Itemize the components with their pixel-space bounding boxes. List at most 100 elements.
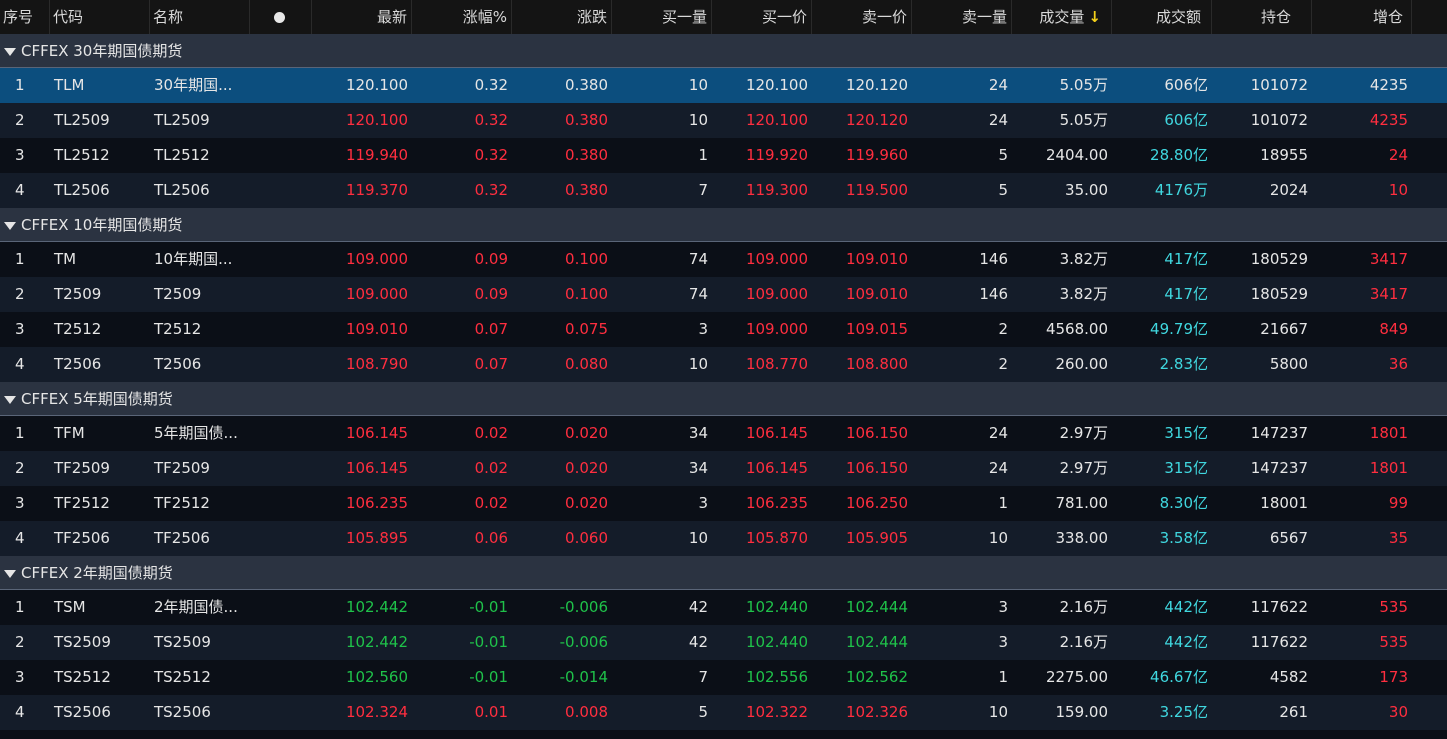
cell-latest: 106.145 — [345, 459, 408, 477]
cell-ask: 106.250 — [845, 494, 908, 512]
cell-code: T2512 — [54, 320, 102, 338]
cell-turnover: 606亿 — [1164, 111, 1208, 129]
col-header-change-pct[interactable]: 涨幅% — [412, 0, 512, 34]
table-row[interactable]: 4 TL2506 TL2506 119.370 0.32 0.380 7 119.300 119… — [0, 173, 1447, 208]
cell-turnover: 8.30亿 — [1159, 494, 1208, 512]
cell-change-pct: 0.07 — [474, 355, 508, 373]
table-row[interactable]: 4 TS2506 TS2506 102.324 0.01 0.008 5 102.322 102… — [0, 695, 1447, 730]
table-row[interactable]: 2 TF2509 TF2509 106.145 0.02 0.020 34 106.145 10… — [0, 451, 1447, 486]
table-row[interactable]: 3 TS2512 TS2512 102.560 -0.01 -0.014 7 102.556 1… — [0, 660, 1447, 695]
cell-turnover: 2.83亿 — [1159, 355, 1208, 373]
cell-ask-vol: 2 — [998, 355, 1008, 373]
col-header-bid[interactable]: 买一价 — [712, 0, 812, 34]
cell-turnover: 28.80亿 — [1150, 146, 1208, 164]
cell-bid-vol: 7 — [698, 181, 708, 199]
cell-oi: 261 — [1279, 703, 1308, 721]
table-row[interactable]: 2 TS2509 TS2509 102.442 -0.01 -0.006 42 102.440… — [0, 625, 1447, 660]
table-row[interactable]: 4 TF2506 TF2506 105.895 0.06 0.060 10 105.870 10… — [0, 521, 1447, 556]
cell-name: TF2509 — [154, 459, 210, 477]
table-row[interactable]: 3 T2512 T2512 109.010 0.07 0.075 3 109.000 109.0… — [0, 312, 1447, 347]
cell-change: 0.380 — [565, 111, 608, 129]
group-header[interactable]: CFFEX 2年期国债期货 — [0, 556, 1447, 590]
cell-latest: 106.145 — [345, 424, 408, 442]
table-row[interactable]: 3 TF2512 TF2512 106.235 0.02 0.020 3 106.235 106… — [0, 486, 1447, 521]
cell-change: 0.008 — [565, 703, 608, 721]
collapse-triangle-icon[interactable] — [4, 221, 16, 230]
cell-volume: 5.05万 — [1059, 111, 1108, 129]
cell-bid-vol: 10 — [688, 355, 708, 373]
cell-volume: 2.97万 — [1059, 424, 1108, 442]
cell-turnover: 442亿 — [1164, 598, 1208, 616]
cell-turnover: 3.25亿 — [1159, 703, 1208, 721]
cell-ask-vol: 1 — [998, 668, 1008, 686]
col-header-volume[interactable]: 成交量 ↓ — [1012, 0, 1112, 34]
col-header-ask[interactable]: 卖一价 — [812, 0, 912, 34]
cell-oi-change: 535 — [1379, 598, 1408, 616]
cell-ask: 106.150 — [845, 459, 908, 477]
col-header-turnover[interactable]: 成交额 — [1112, 0, 1212, 34]
cell-bid-vol: 10 — [688, 111, 708, 129]
col-header-code[interactable]: 代码 — [50, 0, 150, 34]
cell-bid-vol: 34 — [688, 424, 708, 442]
cell-change-pct: 0.32 — [474, 76, 508, 94]
cell-code: T2506 — [54, 355, 102, 373]
cell-ask: 108.800 — [845, 355, 908, 373]
cell-turnover: 4176万 — [1154, 181, 1208, 199]
cell-ask: 102.326 — [845, 703, 908, 721]
cell-volume: 2.16万 — [1059, 598, 1108, 616]
cell-volume: 5.05万 — [1059, 76, 1108, 94]
table-row[interactable]: 2 T2509 T2509 109.000 0.09 0.100 74 109.000 109.… — [0, 277, 1447, 312]
cell-seq: 1 — [15, 250, 25, 268]
table-row[interactable]: 1 TFM 5年期国债... 106.145 0.02 0.020 34 106.145 106… — [0, 416, 1447, 451]
cell-bid: 120.100 — [745, 76, 808, 94]
cell-change: -0.006 — [559, 633, 608, 651]
col-header-change[interactable]: 涨跌 — [512, 0, 612, 34]
cell-code: TF2512 — [54, 494, 110, 512]
collapse-triangle-icon[interactable] — [4, 569, 16, 578]
col-header-ask-vol[interactable]: 卖一量 — [912, 0, 1012, 34]
table-row[interactable]: 1 TSM 2年期国债... 102.442 -0.01 -0.006 42 102.440 1… — [0, 590, 1447, 625]
cell-oi: 2024 — [1269, 181, 1308, 199]
cell-change: -0.006 — [559, 598, 608, 616]
table-row[interactable]: 1 TLM 30年期国... 120.100 0.32 0.380 10 120.100 120… — [0, 68, 1447, 103]
cell-oi-change: 3417 — [1369, 285, 1408, 303]
cell-change: 0.080 — [565, 355, 608, 373]
cell-ask: 106.150 — [845, 424, 908, 442]
col-header-spacer — [1412, 0, 1447, 34]
cell-code: T2509 — [54, 285, 102, 303]
cell-latest: 120.100 — [345, 111, 408, 129]
cell-code: TL2512 — [54, 146, 110, 164]
table-row[interactable]: 1 TM 10年期国... 109.000 0.09 0.100 74 109.000 109.… — [0, 242, 1447, 277]
col-header-mark[interactable] — [250, 0, 312, 34]
table-row[interactable]: 3 TL2512 TL2512 119.940 0.32 0.380 1 119.920 119… — [0, 138, 1447, 173]
col-header-name[interactable]: 名称 — [150, 0, 250, 34]
cell-change: -0.014 — [559, 668, 608, 686]
cell-ask-vol: 3 — [998, 598, 1008, 616]
cell-code: TF2506 — [54, 529, 110, 547]
cell-ask-vol: 24 — [988, 424, 1008, 442]
cell-oi: 147237 — [1250, 459, 1308, 477]
cell-seq: 4 — [15, 355, 25, 373]
cell-turnover: 49.79亿 — [1150, 320, 1208, 338]
cell-bid: 119.920 — [745, 146, 808, 164]
group-title: CFFEX 10年期国债期货 — [21, 216, 183, 234]
cell-change-pct: 0.32 — [474, 146, 508, 164]
col-header-seq[interactable]: 序号 — [0, 0, 50, 34]
table-row[interactable]: 4 T2506 T2506 108.790 0.07 0.080 10 108.770 108.… — [0, 347, 1447, 382]
collapse-triangle-icon[interactable] — [4, 47, 16, 56]
col-header-oi[interactable]: 持仓 — [1212, 0, 1312, 34]
cell-seq: 4 — [15, 703, 25, 721]
col-header-bid-vol[interactable]: 买一量 — [612, 0, 712, 34]
col-header-oi-change[interactable]: 增仓 — [1312, 0, 1412, 34]
table-row[interactable]: 2 TL2509 TL2509 120.100 0.32 0.380 10 120.100 12… — [0, 103, 1447, 138]
cell-seq: 2 — [15, 285, 25, 303]
cell-name: TL2509 — [154, 111, 210, 129]
group-header[interactable]: CFFEX 30年期国债期货 — [0, 34, 1447, 68]
collapse-triangle-icon[interactable] — [4, 395, 16, 404]
cell-volume: 781.00 — [1055, 494, 1109, 512]
cell-oi: 101072 — [1250, 111, 1308, 129]
group-header[interactable]: CFFEX 5年期国债期货 — [0, 382, 1447, 416]
group-header[interactable]: CFFEX 10年期国债期货 — [0, 208, 1447, 242]
col-header-latest[interactable]: 最新 — [312, 0, 412, 34]
cell-bid-vol: 74 — [688, 285, 708, 303]
